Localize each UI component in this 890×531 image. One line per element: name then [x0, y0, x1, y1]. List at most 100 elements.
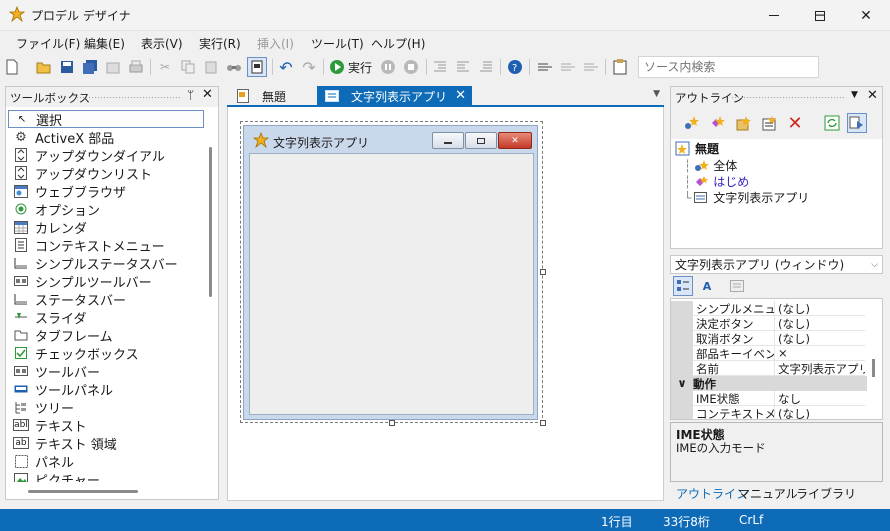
- toolbox-header: ツールボックス ᛘ ✕: [6, 87, 218, 107]
- save-all-icon[interactable]: [80, 57, 100, 77]
- sort-alpha-icon[interactable]: A: [697, 276, 717, 296]
- open-folder-icon[interactable]: [34, 57, 54, 77]
- toolbox-panel: ツールボックス ᛘ ✕ ↖ 選択 ⚙ ActiveX 部品 アップダウンダイアル ア…: [5, 86, 219, 500]
- object-selector[interactable]: 文字列表示アプリ (ウィンドウ) ⌵: [670, 255, 883, 274]
- toolbox-horizontal-scrollbar[interactable]: [28, 490, 138, 493]
- tab-dropdown-icon[interactable]: ▼: [653, 89, 660, 99]
- tree-item-global[interactable]: ┆ 全体: [684, 157, 737, 174]
- property-row[interactable]: 取消ボタン (なし): [671, 331, 867, 346]
- tree-item-start[interactable]: ┆ はじめ: [684, 173, 749, 190]
- refresh-icon[interactable]: [822, 113, 842, 133]
- menu-run[interactable]: 実行(R): [199, 35, 241, 52]
- toolbox-vertical-scrollbar[interactable]: [209, 147, 212, 297]
- run-button-label[interactable]: 実行: [348, 59, 372, 76]
- toolbox-item-tool-panel[interactable]: ツールパネル: [8, 380, 204, 399]
- delete-icon[interactable]: ✕: [785, 113, 805, 134]
- clipboard-icon[interactable]: [610, 57, 630, 77]
- property-row[interactable]: シンプルメニュー(なし): [671, 301, 867, 316]
- find-icon[interactable]: [224, 57, 244, 77]
- minimize-button[interactable]: [751, 0, 797, 31]
- undo-icon[interactable]: ↶: [276, 57, 296, 77]
- tab-string-display-app[interactable]: 文字列表示アプリ ✕: [317, 86, 472, 106]
- toolbox-item-text[interactable]: abl テキスト: [8, 416, 204, 435]
- app-logo-icon: [9, 6, 25, 22]
- updown-list-icon: [13, 166, 29, 180]
- toolbox-item-select[interactable]: ↖ 選択: [8, 110, 204, 129]
- designer-view-icon[interactable]: [247, 57, 267, 77]
- menu-edit[interactable]: 編集(E): [84, 35, 125, 52]
- description-text: IMEの入力モード: [676, 441, 766, 455]
- property-toolbar: A: [670, 275, 883, 298]
- maximize-button[interactable]: [797, 0, 843, 31]
- menu-help[interactable]: ヘルプ(H): [371, 35, 425, 52]
- add-procedure-icon[interactable]: [707, 113, 727, 133]
- property-row[interactable]: IME状態 なし: [671, 391, 867, 406]
- toolbox-item-context-menu[interactable]: コンテキストメニュー: [8, 236, 204, 255]
- textarea-icon: ab: [13, 437, 29, 449]
- close-icon[interactable]: ✕: [867, 88, 878, 103]
- sync-outline-icon[interactable]: [847, 113, 867, 133]
- save-icon[interactable]: [57, 57, 77, 77]
- resize-handle-corner[interactable]: [540, 420, 546, 426]
- form-client-area[interactable]: [249, 153, 534, 415]
- toolbox-item-picture[interactable]: ピクチャー: [8, 470, 204, 482]
- statusbar-icon: [13, 256, 29, 270]
- toolbox-item-simple-toolbar[interactable]: シンプルツールバー: [8, 272, 204, 291]
- property-row[interactable]: 部品キーイベント×: [671, 346, 867, 361]
- toolbox-item-web-browser[interactable]: ウェブブラウザ: [8, 182, 204, 201]
- help-icon[interactable]: ?: [505, 57, 525, 77]
- source-search-input[interactable]: [638, 56, 819, 78]
- comment-icon: [476, 57, 496, 77]
- toolbox-item-option[interactable]: オプション: [8, 200, 204, 219]
- property-pages-icon: [727, 276, 747, 296]
- run-icon[interactable]: [327, 57, 347, 77]
- property-category[interactable]: ∨ 動作: [671, 376, 867, 391]
- toolbox-item-statusbar[interactable]: ステータスバー: [8, 290, 204, 309]
- property-row[interactable]: 名前 文字列表示アプリ: [671, 361, 867, 376]
- pin-icon[interactable]: ᛘ: [187, 88, 194, 102]
- menu-bar: ファイル(F) 編集(E) 表示(V) 実行(R) 挿入(I) ツール(T) ヘ…: [0, 31, 890, 53]
- menu-file[interactable]: ファイル(F): [16, 35, 80, 52]
- toolbar-icon: [13, 364, 29, 378]
- resize-handle-right[interactable]: [540, 269, 546, 275]
- add-window-icon[interactable]: [759, 113, 779, 133]
- property-row[interactable]: コンテキストメニュ(なし): [671, 406, 867, 419]
- picture-icon: [13, 472, 29, 482]
- categorized-icon[interactable]: [673, 276, 693, 296]
- toolbox-item-toolbar[interactable]: ツールバー: [8, 362, 204, 381]
- toolbox-item-calendar[interactable]: カレンダ: [8, 218, 204, 237]
- add-class-icon[interactable]: [733, 113, 753, 133]
- toolbox-item-slider[interactable]: スライダ: [8, 308, 204, 327]
- collapse-icon[interactable]: ∨: [671, 376, 693, 391]
- paste-icon: [201, 57, 221, 77]
- toolbox-item-text-area[interactable]: ab テキスト 領域: [8, 434, 204, 453]
- toolbox-item-updown-dial[interactable]: アップダウンダイアル: [8, 146, 204, 165]
- tree-item-string-display-app[interactable]: └ 文字列表示アプリ: [684, 189, 809, 206]
- toolbox-item-activex[interactable]: ⚙ ActiveX 部品: [8, 128, 204, 147]
- print-icon: [126, 57, 146, 77]
- close-icon[interactable]: ✕: [202, 87, 213, 102]
- close-button[interactable]: ✕: [843, 0, 889, 31]
- tab-manual[interactable]: マニュアル: [738, 485, 798, 502]
- right-panel-tabs: アウトライン マニュアル ライブラリ: [670, 483, 883, 501]
- toolbox-item-updown-list[interactable]: アップダウンリスト: [8, 164, 204, 183]
- tab-library[interactable]: ライブラリ: [796, 485, 856, 502]
- toolbox-item-tree[interactable]: ツリー: [8, 398, 204, 417]
- toolbox-item-tab-frame[interactable]: タブフレーム: [8, 326, 204, 345]
- step-in-icon[interactable]: [535, 57, 555, 77]
- toolbox-item-simple-statusbar[interactable]: シンプルステータスバー: [8, 254, 204, 273]
- add-event-icon[interactable]: [681, 113, 701, 133]
- tree-item-root[interactable]: 無題: [675, 140, 719, 157]
- property-row[interactable]: 決定ボタン (なし): [671, 316, 867, 331]
- resize-handle-bottom[interactable]: [389, 420, 395, 426]
- panel-dropdown-icon[interactable]: ▼: [851, 90, 858, 100]
- toolbox-item-checkbox[interactable]: チェックボックス: [8, 344, 204, 363]
- property-scrollbar[interactable]: [872, 359, 875, 377]
- close-tab-icon[interactable]: ✕: [455, 88, 466, 103]
- toolbox-item-panel[interactable]: パネル: [8, 452, 204, 471]
- new-file-icon[interactable]: [2, 57, 22, 77]
- menu-tools[interactable]: ツール(T): [311, 35, 364, 52]
- tab-untitled[interactable]: 無題: [230, 86, 315, 106]
- menu-view[interactable]: 表示(V): [141, 35, 183, 52]
- step-out-icon: [581, 57, 601, 77]
